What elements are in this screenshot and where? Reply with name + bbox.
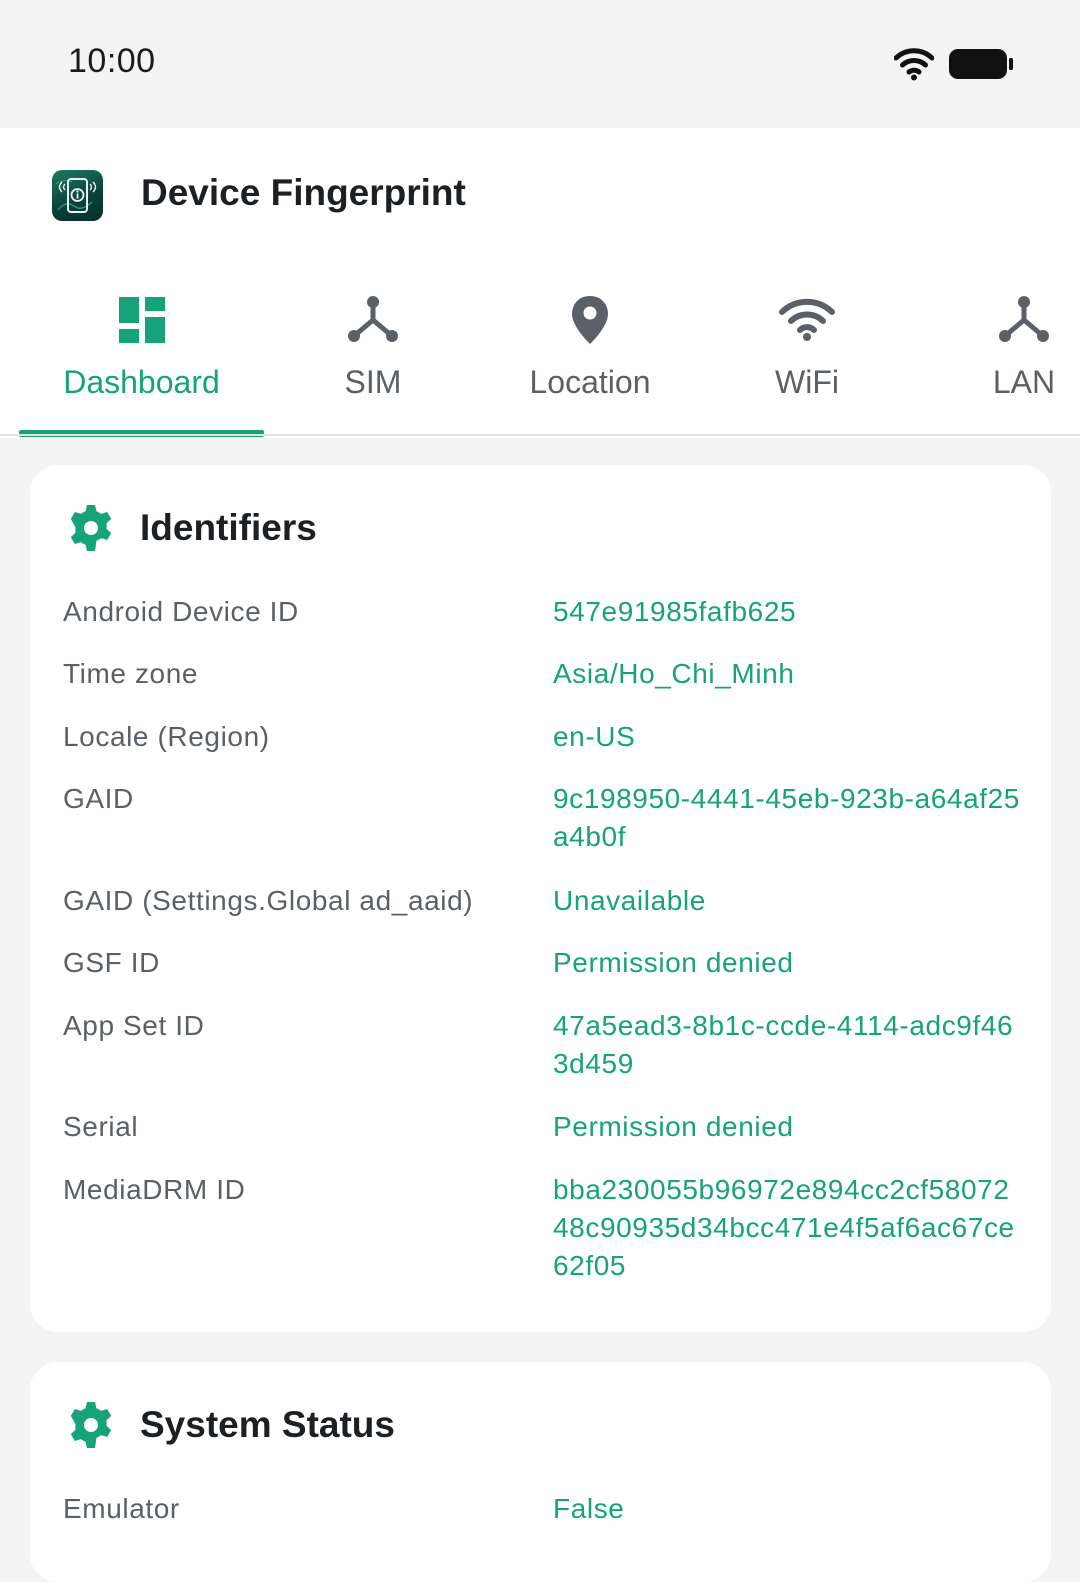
tab-lan[interactable]: LAN [962,268,1080,436]
app-title: Device Fingerprint [141,172,466,213]
row-value: 9c198950-4441-45eb-923b-a64af25a4b0f [553,783,1020,852]
tab-label: WiFi [775,364,839,400]
dashboard-icon [118,297,165,343]
status-icons [894,44,1014,84]
gear-icon [70,1402,112,1448]
row-value: False [553,1493,625,1524]
card-header: Identifiers [66,503,317,553]
status-bar: 10:00 [0,0,1080,128]
card-title: Identifiers [140,507,317,548]
row-key: Android Device ID [63,596,299,627]
row-key: MediaDRM ID [63,1174,246,1205]
location-pin-icon [572,296,608,344]
row-key: Serial [63,1111,139,1142]
tab-label: Location [529,364,651,400]
row-value: 47a5ead3-8b1c-ccde-4114-adc9f463d459 [553,1010,1014,1079]
row-value: Unavailable [553,885,706,916]
card-title: System Status [140,1404,395,1445]
tab-sim[interactable]: SIM [288,268,458,436]
app-bar: Device Fingerprint Dashboard SIM Locatio… [0,128,1080,438]
tab-dashboard[interactable]: Dashboard [19,268,264,436]
network-icon [348,296,398,342]
network-icon [999,296,1049,342]
row-key: App Set ID [63,1010,205,1041]
wifi-icon [779,298,835,341]
status-time: 10:00 [68,42,156,80]
row-value: Asia/Ho_Chi_Minh [553,658,795,689]
tab-wifi[interactable]: WiFi [722,268,892,436]
tab-bar: Dashboard SIM Location WiFi LAN [0,268,1080,438]
row-key: GAID (Settings.Global ad_aaid) [63,885,474,916]
gear-icon [70,505,112,551]
tab-label: Dashboard [63,364,220,400]
row-key: GSF ID [63,947,160,978]
row-key: Emulator [63,1493,180,1524]
row-value: en-US [553,721,636,752]
row-value: Permission denied [553,947,794,978]
row-key: Time zone [63,658,199,689]
system-status-card: System Status Emulator False [30,1362,1051,1582]
app-logo-icon [52,170,103,221]
row-key: GAID [63,783,134,814]
tab-label: LAN [992,364,1056,400]
row-key: Locale (Region) [63,721,270,752]
tab-location[interactable]: Location [490,268,690,436]
wifi-icon [894,48,934,81]
row-value: bba230055b96972e894cc2cf5807248c90935d34… [553,1174,1015,1281]
divider [0,434,1080,436]
tab-label: SIM [344,364,402,400]
identifiers-card: Identifiers Android Device ID 547e91985f… [30,465,1051,1332]
row-value: Permission denied [553,1111,794,1142]
battery-icon [949,49,1013,79]
row-value: 547e91985fafb625 [553,596,797,627]
card-header: System Status [66,1400,395,1450]
